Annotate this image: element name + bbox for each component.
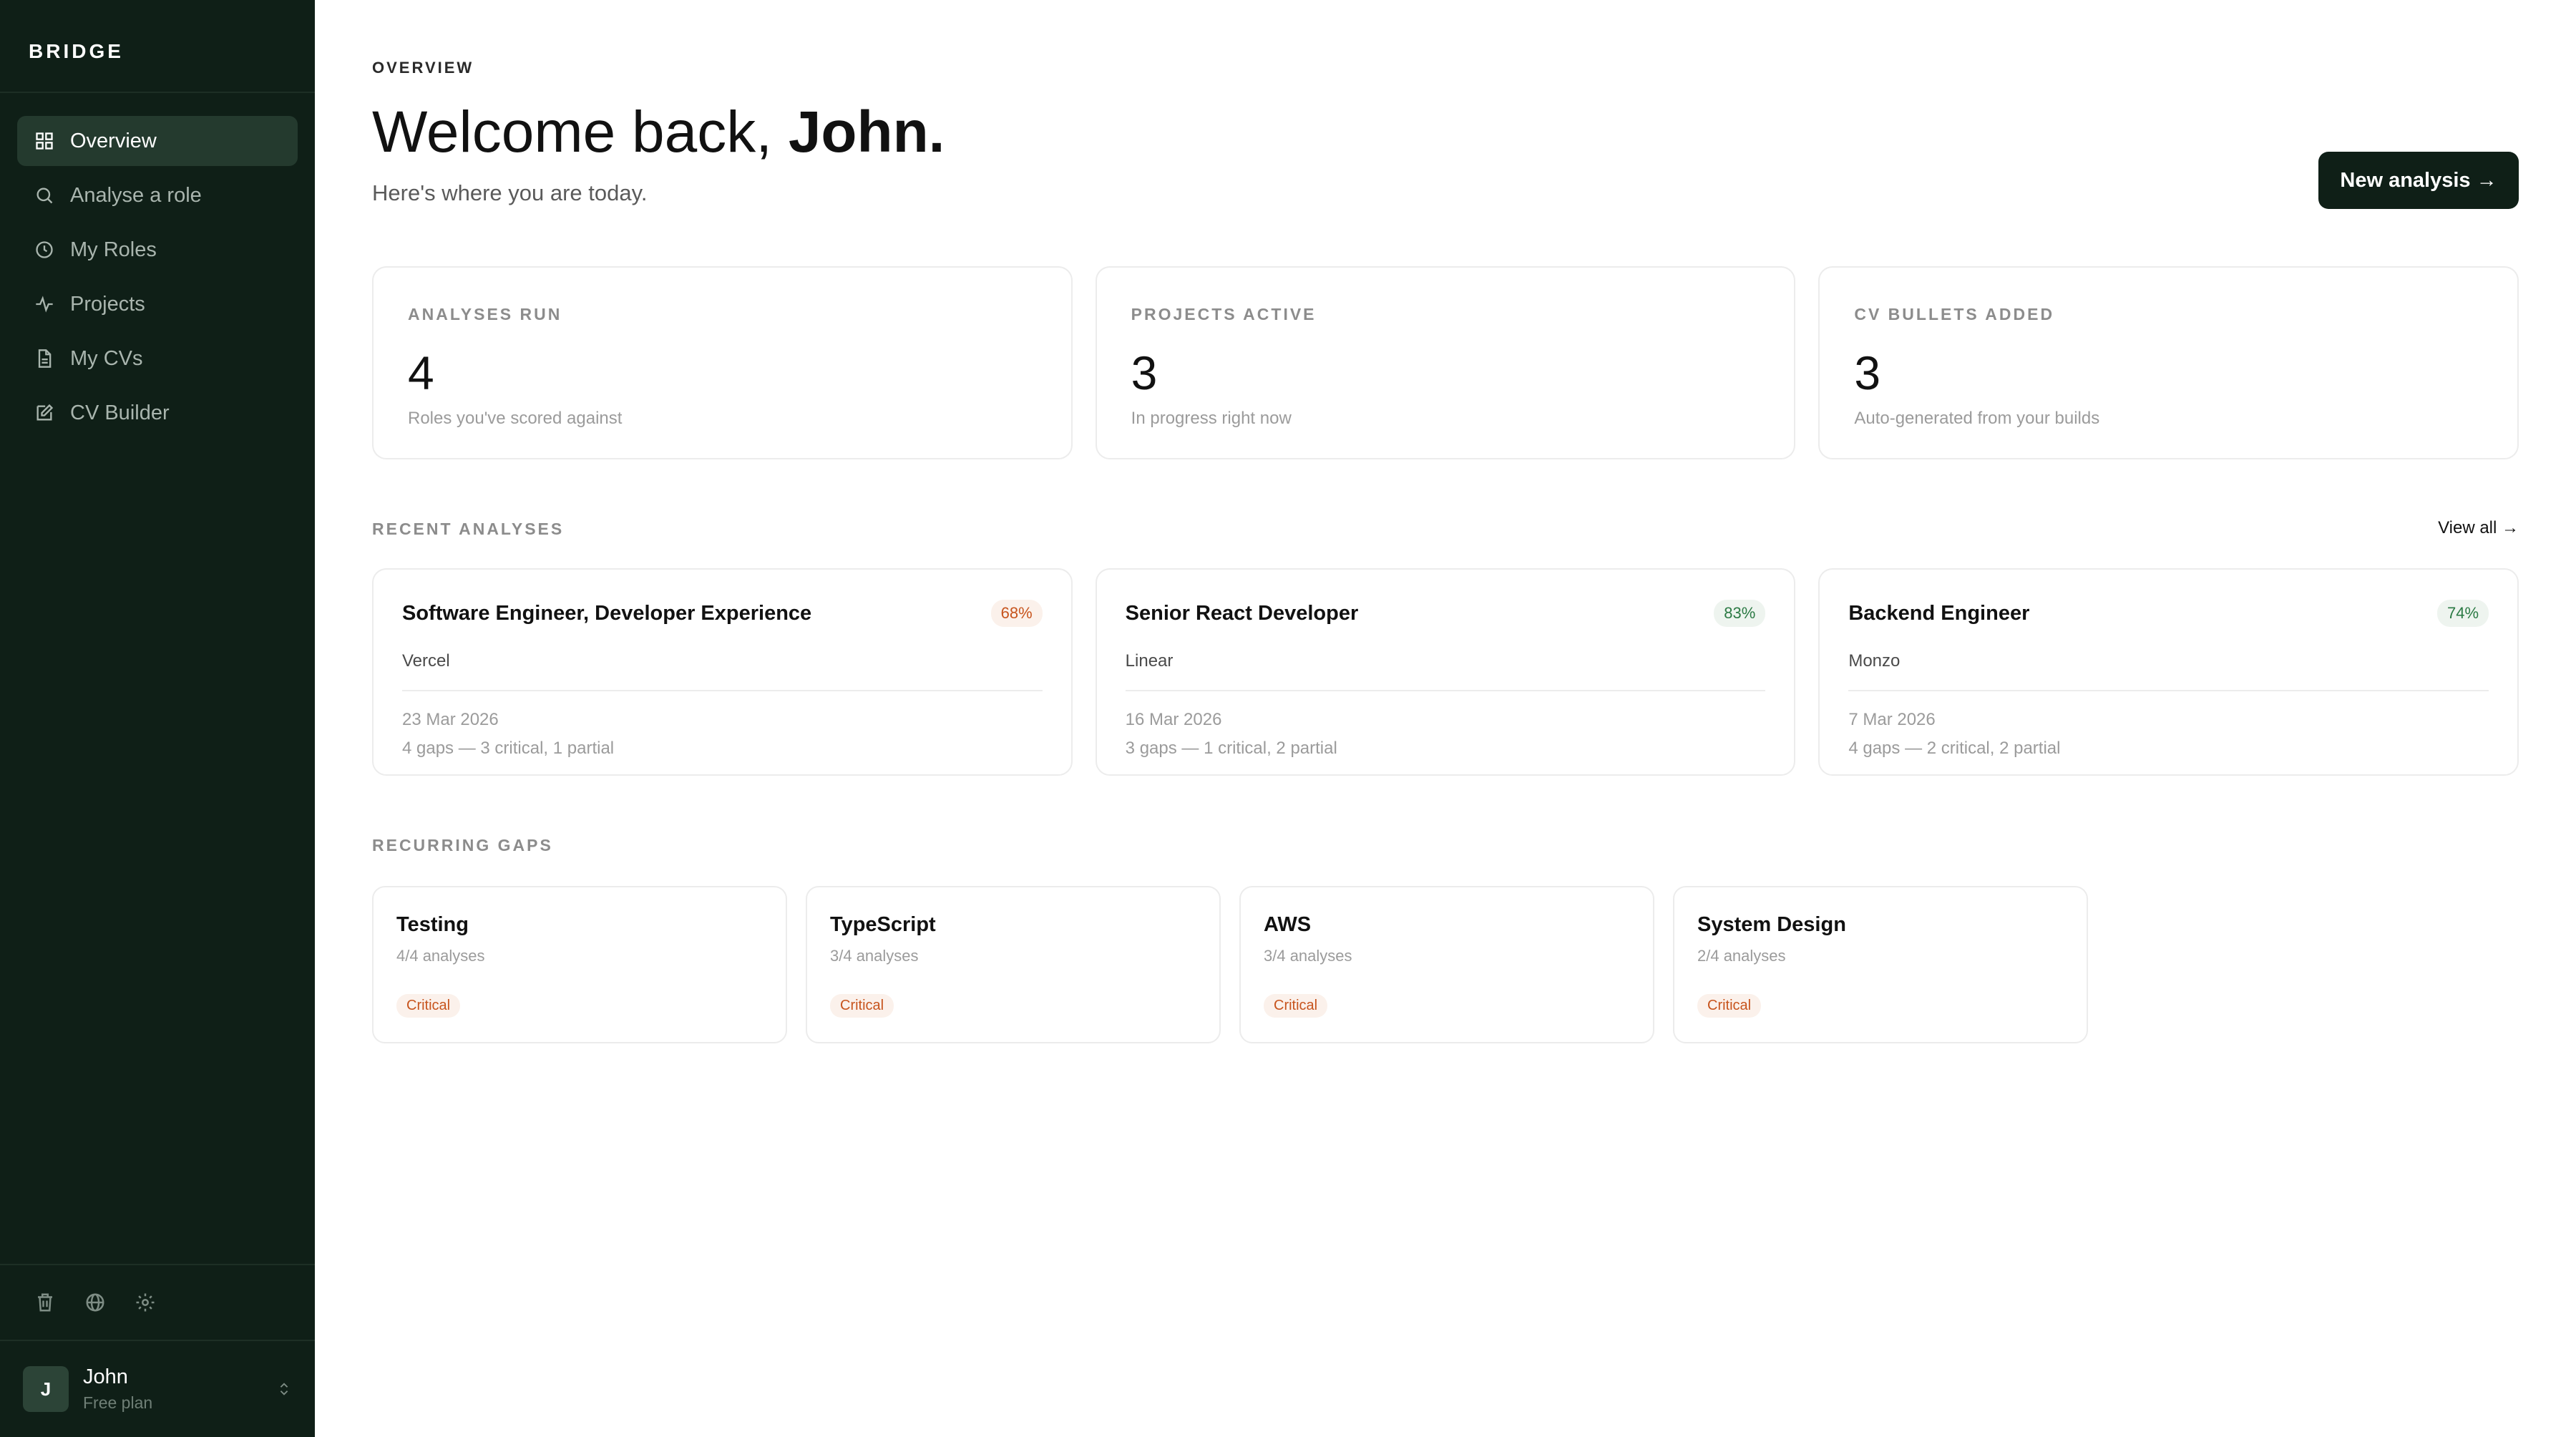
sidebar-item-overview[interactable]: Overview xyxy=(17,116,298,166)
analysis-date: 23 Mar 2026 xyxy=(402,710,499,729)
stat-desc: Roles you've scored against xyxy=(408,409,623,428)
analysis-gaps: 4 gaps — 3 critical, 1 partial xyxy=(402,739,615,758)
stat-value: 3 xyxy=(1854,346,1881,399)
stat-value: 3 xyxy=(1131,346,1158,399)
analysis-role: Senior React Developer xyxy=(1125,601,1359,625)
gap-name: Testing xyxy=(396,913,469,936)
analysis-card-header: Senior React Developer 83% xyxy=(1126,600,1766,627)
sidebar: BRIDGE Overview Analyse a role My Roles … xyxy=(0,0,315,1437)
gap-count: 2/4 analyses xyxy=(1697,947,1786,965)
analysis-date: 16 Mar 2026 xyxy=(1125,710,1222,729)
analysis-gaps: 4 gaps — 2 critical, 2 partial xyxy=(1848,739,2061,758)
clock-icon xyxy=(36,241,53,258)
sidebar-tools xyxy=(0,1264,315,1340)
stat-card-projects: PROJECTS ACTIVE 3 In progress right now xyxy=(1095,266,1796,459)
sidebar-item-analyse-role[interactable]: Analyse a role xyxy=(17,170,298,220)
gap-count: 4/4 analyses xyxy=(396,947,485,965)
avatar: J xyxy=(23,1366,69,1412)
recurring-gaps-label: RECURRING GAPS xyxy=(372,836,553,854)
gear-icon[interactable] xyxy=(135,1292,156,1313)
document-icon xyxy=(38,349,52,368)
stats-row: ANALYSES RUN 4 Roles you've scored again… xyxy=(372,266,2519,459)
title-name: John. xyxy=(788,99,945,165)
severity-badge: Critical xyxy=(1264,994,1328,1018)
analysis-card[interactable]: Senior React Developer 83% Linear 16 Mar… xyxy=(1095,568,1796,776)
analysis-role: Backend Engineer xyxy=(1848,601,2030,625)
severity-badge: Critical xyxy=(830,994,894,1018)
view-all-link[interactable]: View all → xyxy=(2438,518,2519,538)
gap-card[interactable]: TypeScript 3/4 analyses Critical xyxy=(806,886,1221,1043)
chevron-updown-icon[interactable] xyxy=(276,1381,292,1397)
gap-count: 3/4 analyses xyxy=(830,947,919,965)
recent-analyses-label: RECENT ANALYSES xyxy=(372,520,565,538)
sidebar-item-projects[interactable]: Projects xyxy=(17,279,298,329)
new-analysis-button[interactable]: New analysis → xyxy=(2318,152,2519,209)
user-plan: Free plan xyxy=(83,1393,153,1412)
severity-badge: Critical xyxy=(1697,994,1762,1018)
stat-card-analyses: ANALYSES RUN 4 Roles you've scored again… xyxy=(372,266,1073,459)
analysis-card-header: Backend Engineer 74% xyxy=(1848,600,2489,627)
gap-card[interactable]: Testing 4/4 analyses Critical xyxy=(372,886,787,1043)
brand-logo: BRIDGE xyxy=(0,0,315,93)
user-name: John xyxy=(83,1365,128,1388)
gap-count: 3/4 analyses xyxy=(1264,947,1352,965)
user-meta: John Free plan xyxy=(83,1365,276,1413)
score-badge: 83% xyxy=(1714,600,1766,627)
analysis-card[interactable]: Backend Engineer 74% Monzo 7 Mar 2026 4 … xyxy=(1818,568,2519,776)
sidebar-item-label: My CVs xyxy=(70,346,143,370)
stat-label: ANALYSES RUN xyxy=(408,305,562,323)
stat-value: 4 xyxy=(408,346,434,399)
globe-icon[interactable] xyxy=(84,1292,106,1313)
stat-label: PROJECTS ACTIVE xyxy=(1131,305,1317,323)
gap-name: TypeScript xyxy=(830,913,936,936)
page-subtitle: Here's where you are today. xyxy=(372,180,648,205)
user-menu[interactable]: J John Free plan xyxy=(0,1340,315,1437)
stat-card-cv-bullets: CV BULLETS ADDED 3 Auto-generated from y… xyxy=(1818,266,2519,459)
analysis-company: Vercel xyxy=(402,651,1043,691)
stat-desc: Auto-generated from your builds xyxy=(1854,409,2100,428)
grid-icon xyxy=(36,132,53,150)
severity-badge: Critical xyxy=(396,994,461,1018)
stat-label: CV BULLETS ADDED xyxy=(1854,305,2055,323)
sidebar-footer: J John Free plan xyxy=(0,1264,315,1437)
sidebar-nav: Overview Analyse a role My Roles Project… xyxy=(0,93,315,442)
main-content: OVERVIEW Welcome back, John. Here's wher… xyxy=(315,0,2576,1437)
recurring-gaps: Testing 4/4 analyses Critical TypeScript… xyxy=(372,886,2088,1043)
sidebar-item-label: Analyse a role xyxy=(70,183,202,207)
analysis-card[interactable]: Software Engineer, Developer Experience … xyxy=(372,568,1073,776)
recent-analyses: Software Engineer, Developer Experience … xyxy=(372,568,2519,776)
score-badge: 68% xyxy=(990,600,1043,627)
analysis-company: Linear xyxy=(1125,651,1766,691)
edit-icon xyxy=(36,404,54,421)
search-icon xyxy=(36,187,53,204)
gap-name: AWS xyxy=(1264,913,1312,936)
sidebar-item-my-cvs[interactable]: My CVs xyxy=(17,333,298,384)
analysis-card-header: Software Engineer, Developer Experience … xyxy=(402,600,1043,627)
gap-card[interactable]: System Design 2/4 analyses Critical xyxy=(1673,886,2088,1043)
activity-icon xyxy=(36,296,53,313)
gap-card[interactable]: AWS 3/4 analyses Critical xyxy=(1239,886,1654,1043)
stat-desc: In progress right now xyxy=(1131,409,1292,428)
sidebar-item-cv-builder[interactable]: CV Builder xyxy=(17,388,298,438)
sidebar-item-label: Projects xyxy=(70,292,145,316)
gap-name: System Design xyxy=(1697,913,1846,936)
page-title: Welcome back, John. xyxy=(372,99,945,166)
sidebar-item-label: Overview xyxy=(70,129,157,152)
analysis-role: Software Engineer, Developer Experience xyxy=(402,601,812,625)
page-eyebrow: OVERVIEW xyxy=(372,59,474,77)
trash-icon[interactable] xyxy=(34,1292,56,1313)
sidebar-item-label: CV Builder xyxy=(70,401,170,424)
score-badge: 74% xyxy=(2436,600,2489,627)
analysis-gaps: 3 gaps — 1 critical, 2 partial xyxy=(1125,739,1337,758)
analysis-company: Monzo xyxy=(1848,651,2489,691)
title-prefix: Welcome back, xyxy=(372,99,789,165)
sidebar-item-label: My Roles xyxy=(70,238,157,261)
analysis-date: 7 Mar 2026 xyxy=(1848,710,1936,729)
sidebar-item-my-roles[interactable]: My Roles xyxy=(17,225,298,275)
